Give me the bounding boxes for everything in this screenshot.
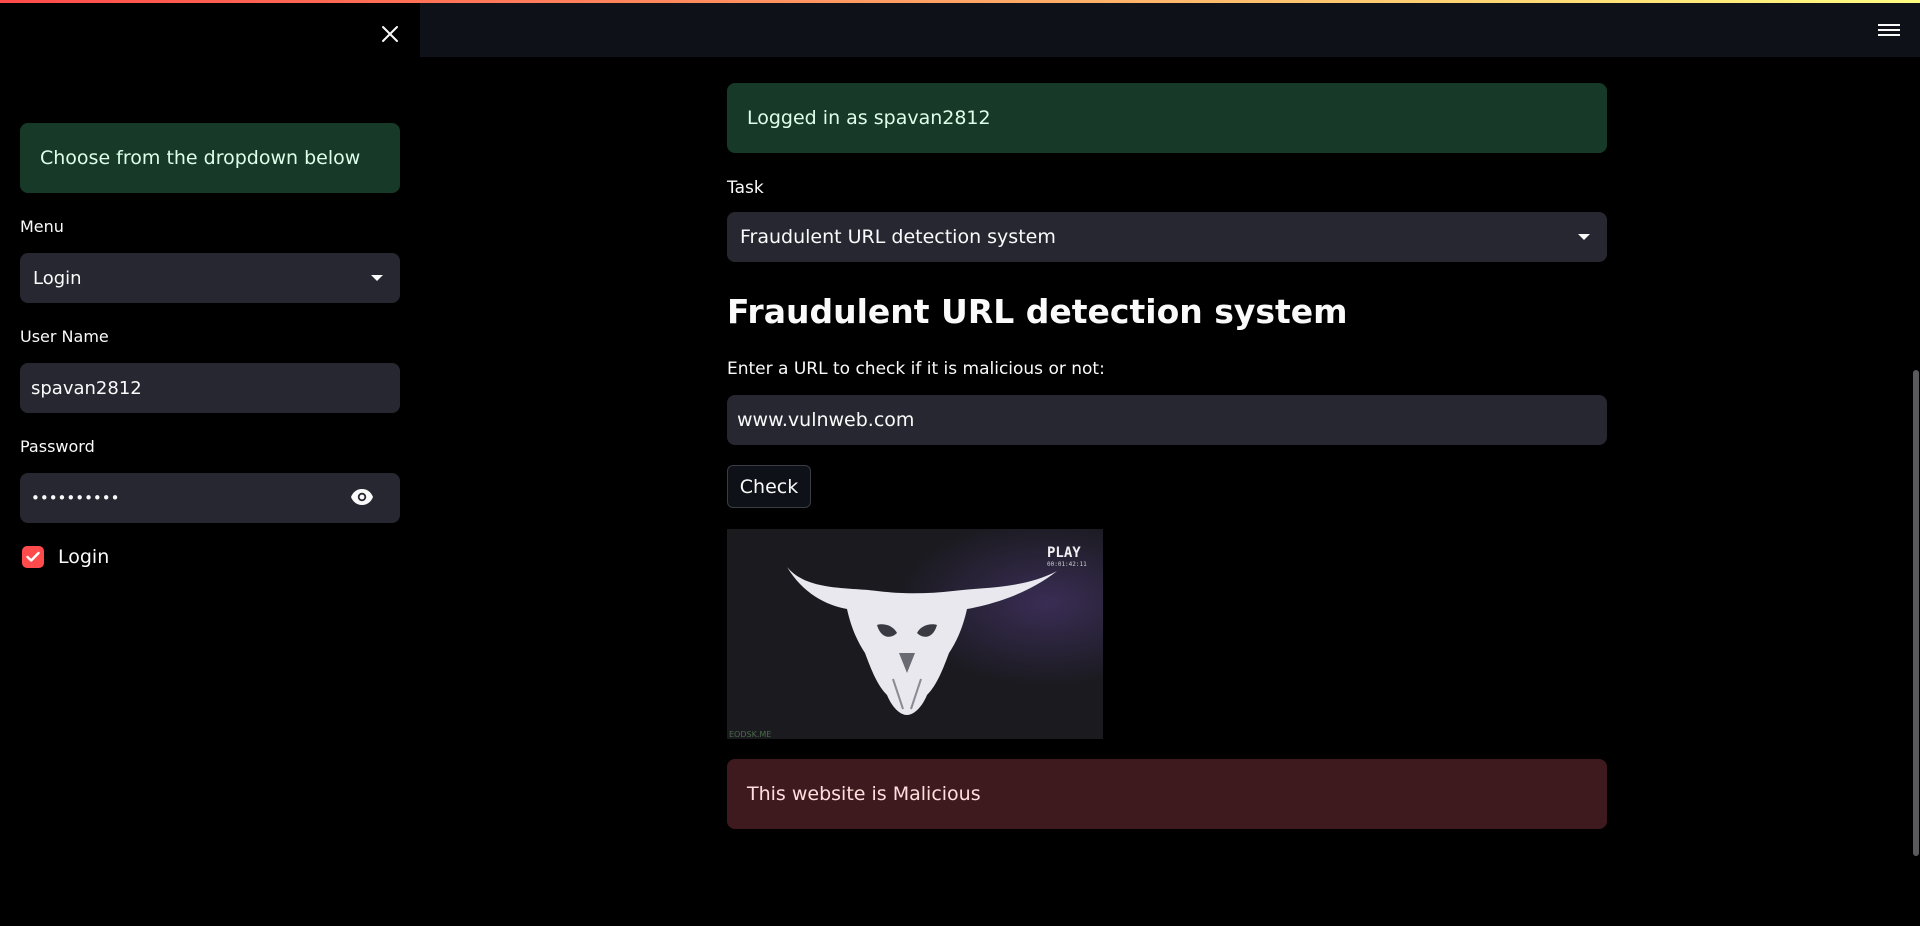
login-checkbox[interactable]: Login — [22, 546, 109, 568]
timecode-overlay-text: 00:01:42:11 — [1047, 561, 1087, 568]
login-checkbox-label: Login — [58, 546, 110, 568]
menu-select[interactable]: Login — [20, 253, 400, 303]
page-scrollbar[interactable] — [1913, 370, 1919, 856]
username-label: User Name — [20, 327, 109, 346]
page-title: Fraudulent URL detection system — [727, 292, 1348, 331]
result-error-alert: This website is Malicious — [727, 759, 1607, 829]
password-label: Password — [20, 437, 95, 456]
password-input[interactable]: •••••••••• — [20, 473, 400, 523]
url-input-value: www.vulnweb.com — [737, 409, 915, 431]
password-value: •••••••••• — [31, 489, 120, 507]
show-password-button[interactable] — [350, 488, 374, 511]
checkbox-checked-icon — [22, 546, 44, 568]
chevron-down-icon — [371, 275, 383, 281]
task-select-value: Fraudulent URL detection system — [740, 226, 1056, 248]
sidebar: Choose from the dropdown below Menu Logi… — [0, 0, 420, 926]
url-input[interactable]: www.vulnweb.com — [727, 395, 1607, 445]
chevron-down-icon — [1578, 234, 1590, 240]
skull-image: PLAY 00:01:42:11 EODSK.ME — [727, 529, 1103, 739]
login-status-alert: Logged in as spavan2812 — [727, 83, 1607, 153]
task-label: Task — [727, 178, 764, 198]
hamburger-icon — [1878, 24, 1900, 26]
eye-icon — [351, 489, 373, 505]
menu-select-value: Login — [33, 267, 82, 289]
image-watermark: EODSK.ME — [729, 730, 771, 739]
username-input[interactable]: spavan2812 — [20, 363, 400, 413]
username-value: spavan2812 — [31, 377, 142, 399]
main-menu-button[interactable] — [1876, 21, 1902, 43]
close-sidebar-button[interactable] — [374, 18, 406, 50]
url-prompt-label: Enter a URL to check if it is malicious … — [727, 359, 1105, 379]
play-overlay-text: PLAY — [1047, 545, 1081, 561]
header-decoration-bar — [0, 0, 1920, 3]
app-header — [420, 3, 1920, 57]
check-button[interactable]: Check — [727, 465, 811, 508]
sidebar-info-alert: Choose from the dropdown below — [20, 123, 400, 193]
menu-label: Menu — [20, 217, 64, 236]
close-icon — [382, 26, 398, 42]
task-select[interactable]: Fraudulent URL detection system — [727, 212, 1607, 262]
